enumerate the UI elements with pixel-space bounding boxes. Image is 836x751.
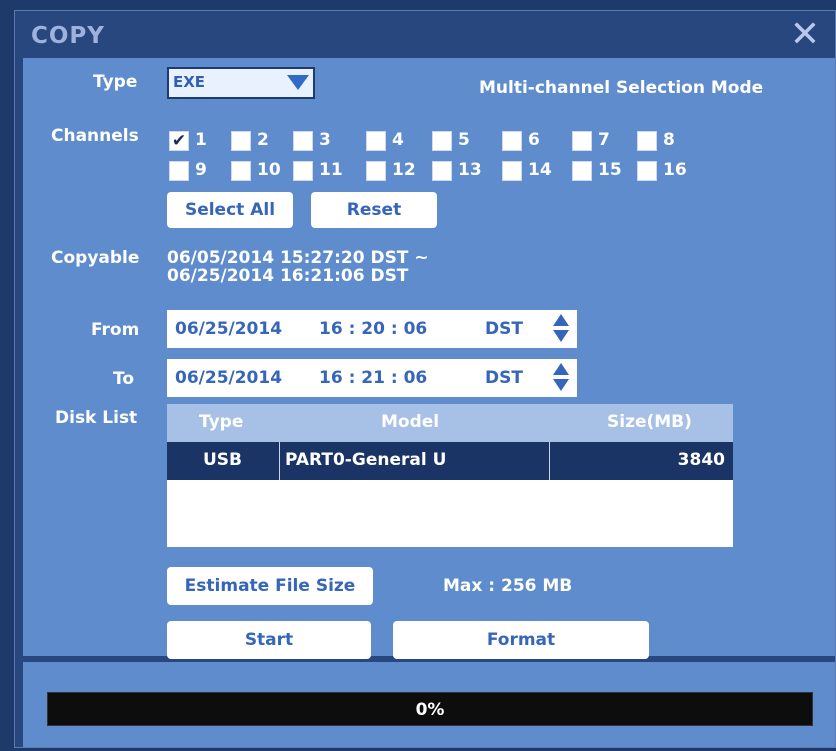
channel-8-label: 8 bbox=[663, 130, 675, 150]
from-datetime-field[interactable]: 06/25/2014 16 : 20 : 06 DST bbox=[167, 310, 577, 348]
channel-7-checkbox[interactable] bbox=[572, 131, 592, 151]
channel-5-checkbox[interactable] bbox=[432, 131, 452, 151]
to-datetime-field[interactable]: 06/25/2014 16 : 21 : 06 DST bbox=[167, 359, 577, 397]
channel-7-label: 7 bbox=[598, 130, 610, 150]
disk-list-label: Disk List bbox=[55, 408, 138, 428]
from-date: 06/25/2014 bbox=[175, 319, 283, 339]
channel-14-label: 14 bbox=[528, 160, 552, 180]
format-button[interactable]: Format bbox=[393, 621, 649, 659]
channel-14-checkbox[interactable] bbox=[502, 161, 522, 181]
spinner-up-icon[interactable] bbox=[553, 314, 569, 326]
channel-1-label: 1 bbox=[195, 130, 207, 150]
disk-size-cell: 3840 bbox=[677, 450, 725, 470]
to-time: 16 : 21 : 06 bbox=[319, 368, 428, 388]
type-label: Type bbox=[93, 72, 138, 92]
from-time: 16 : 20 : 06 bbox=[319, 319, 428, 339]
title-bar: COPY ✕ bbox=[15, 11, 835, 61]
copy-dialog: COPY ✕ Type EXE Multi-channel Selection … bbox=[14, 10, 836, 748]
channel-12-checkbox[interactable] bbox=[366, 161, 386, 181]
channel-15-label: 15 bbox=[598, 160, 622, 180]
progress-panel: 0% bbox=[23, 662, 835, 747]
channel-6-label: 6 bbox=[528, 130, 540, 150]
channel-4-checkbox[interactable] bbox=[366, 131, 386, 151]
disk-type-cell: USB bbox=[203, 450, 243, 470]
reset-button[interactable]: Reset bbox=[311, 192, 437, 228]
max-size-text: Max : 256 MB bbox=[443, 576, 573, 596]
column-header-size: Size(MB) bbox=[607, 412, 692, 432]
mode-label: Multi-channel Selection Mode bbox=[479, 78, 764, 98]
channel-3-checkbox[interactable] bbox=[293, 131, 313, 151]
channel-3-label: 3 bbox=[319, 130, 331, 150]
estimate-file-size-button[interactable]: Estimate File Size bbox=[167, 567, 373, 605]
to-dst: DST bbox=[485, 368, 523, 388]
channel-2-label: 2 bbox=[257, 130, 269, 150]
channel-13-checkbox[interactable] bbox=[432, 161, 452, 181]
channel-4-label: 4 bbox=[392, 130, 404, 150]
dialog-title: COPY bbox=[31, 23, 105, 49]
copy-settings-panel: Type EXE Multi-channel Selection Mode Ch… bbox=[23, 58, 835, 659]
to-date: 06/25/2014 bbox=[175, 368, 283, 388]
from-label: From bbox=[91, 320, 140, 340]
from-dst: DST bbox=[485, 319, 523, 339]
channel-2-checkbox[interactable] bbox=[231, 131, 251, 151]
column-header-model: Model bbox=[381, 412, 440, 432]
channel-9-checkbox[interactable] bbox=[169, 161, 189, 181]
channel-5-label: 5 bbox=[458, 130, 470, 150]
channel-6-checkbox[interactable] bbox=[502, 131, 522, 151]
spinner-up-icon[interactable] bbox=[553, 363, 569, 375]
channel-8-checkbox[interactable] bbox=[637, 131, 657, 151]
channel-1-checkbox[interactable]: ✔ bbox=[169, 131, 189, 151]
select-all-button[interactable]: Select All bbox=[167, 192, 293, 228]
channel-12-label: 12 bbox=[392, 160, 416, 180]
channel-13-label: 13 bbox=[458, 160, 482, 180]
channel-10-label: 10 bbox=[257, 160, 281, 180]
disk-model-cell: PART0-General U bbox=[285, 450, 447, 470]
type-select[interactable]: EXE bbox=[167, 67, 315, 99]
channel-9-label: 9 bbox=[195, 160, 207, 180]
disk-list-header: Type Model Size(MB) bbox=[167, 404, 733, 442]
to-label: To bbox=[113, 369, 135, 389]
channel-16-checkbox[interactable] bbox=[637, 161, 657, 181]
channel-16-label: 16 bbox=[663, 160, 687, 180]
spinner-down-icon[interactable] bbox=[553, 330, 569, 342]
copyable-label: Copyable bbox=[51, 248, 140, 268]
channels-label: Channels bbox=[51, 126, 139, 146]
close-icon[interactable]: ✕ bbox=[785, 15, 825, 55]
start-button[interactable]: Start bbox=[167, 621, 371, 659]
column-divider bbox=[279, 442, 280, 480]
copyable-start: 06/05/2014 15:27:20 DST ~ bbox=[167, 248, 429, 268]
from-spinner[interactable] bbox=[553, 314, 569, 344]
channel-11-label: 11 bbox=[319, 160, 343, 180]
spinner-down-icon[interactable] bbox=[553, 379, 569, 391]
channel-10-checkbox[interactable] bbox=[231, 161, 251, 181]
disk-list-table: Type Model Size(MB) USB PART0-General U … bbox=[167, 404, 733, 547]
type-select-value: EXE bbox=[173, 73, 206, 91]
progress-text: 0% bbox=[415, 700, 445, 720]
column-divider bbox=[549, 442, 550, 480]
column-header-type: Type bbox=[199, 412, 244, 432]
table-row[interactable]: USB PART0-General U 3840 bbox=[167, 442, 733, 480]
progress-bar: 0% bbox=[47, 692, 813, 726]
copyable-end: 06/25/2014 16:21:06 DST bbox=[167, 266, 409, 286]
channel-11-checkbox[interactable] bbox=[293, 161, 313, 181]
channel-15-checkbox[interactable] bbox=[572, 161, 592, 181]
to-spinner[interactable] bbox=[553, 363, 569, 393]
chevron-down-icon bbox=[287, 75, 309, 90]
